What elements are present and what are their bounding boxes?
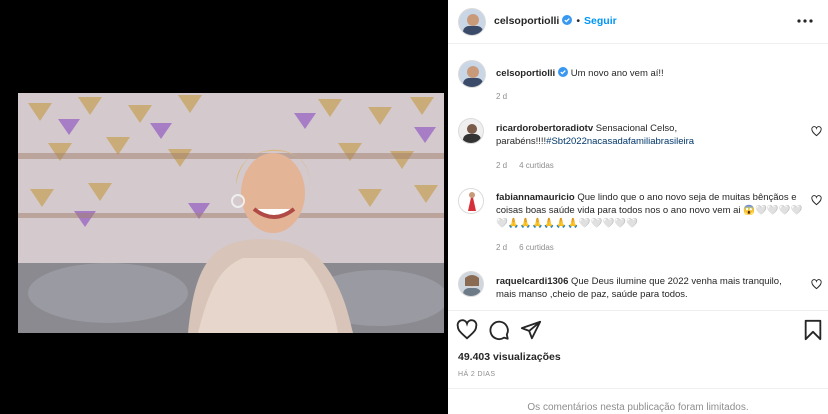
- share-icon[interactable]: [520, 319, 542, 341]
- commenter-avatar[interactable]: [458, 271, 484, 297]
- comments-limited-notice: Os comentários nesta publicação foram li…: [448, 388, 828, 414]
- post-author-line: celsoportiolli • Seguir: [494, 15, 617, 27]
- comment: fabiannamauricio Que lindo que o ano nov…: [496, 191, 804, 230]
- media-panel: [0, 0, 448, 414]
- action-bar: [448, 310, 828, 346]
- comment-username[interactable]: fabiannamauricio: [496, 192, 575, 203]
- commenter-avatar[interactable]: [458, 118, 484, 144]
- comment-time[interactable]: 2 d: [496, 243, 507, 252]
- post-header: celsoportiolli • Seguir: [448, 0, 828, 44]
- comment-icon[interactable]: [488, 319, 510, 341]
- comment-username[interactable]: ricardorobertoradiotv: [496, 123, 593, 134]
- caption-text: Um novo ano vem aí!!: [570, 68, 664, 79]
- author-avatar[interactable]: [458, 8, 486, 36]
- commenter-avatar-image: [459, 189, 483, 213]
- video-frame: [18, 93, 444, 333]
- verified-badge-icon: [562, 15, 573, 25]
- views-count[interactable]: 49.403 visualizações: [458, 351, 561, 363]
- caption-author-username[interactable]: celsoportiolli: [496, 68, 555, 79]
- follow-button[interactable]: Seguir: [584, 15, 617, 27]
- comment-username[interactable]: raquelcardi1306: [496, 276, 568, 287]
- heart-icon[interactable]: [811, 126, 822, 137]
- header-separator: •: [576, 15, 581, 27]
- heart-icon[interactable]: [811, 195, 822, 206]
- heart-icon[interactable]: [811, 279, 822, 290]
- verified-badge-icon: [558, 67, 569, 77]
- comment-time[interactable]: 2 d: [496, 161, 507, 170]
- commenter-avatar-image: [459, 119, 483, 143]
- comment-meta: 2 d 4 curtidas: [496, 161, 554, 170]
- post-details-panel: celsoportiolli • Seguir celsoportiolli Um …: [448, 0, 828, 414]
- heart-icon[interactable]: [456, 319, 478, 341]
- caption-meta: 2 d: [496, 92, 507, 101]
- commenter-avatar-image: [459, 272, 483, 296]
- comment-likes[interactable]: 4 curtidas: [519, 161, 554, 170]
- comment-likes[interactable]: 6 curtidas: [519, 243, 554, 252]
- bookmark-icon[interactable]: [802, 319, 824, 341]
- caption-author-avatar[interactable]: [458, 60, 486, 88]
- caption: celsoportiolli Um novo ano vem aí!!: [496, 67, 804, 80]
- commenter-avatar[interactable]: [458, 188, 484, 214]
- comment-hashtag[interactable]: #Sbt2022nacasadafamiliabrasileira: [546, 136, 694, 147]
- more-options-icon[interactable]: [796, 12, 814, 30]
- comment: ricardorobertoradiotv Sensacional Celso,…: [496, 122, 804, 148]
- comment-meta: 2 d 6 curtidas: [496, 243, 554, 252]
- caption-time[interactable]: 2 d: [496, 92, 507, 101]
- video-player[interactable]: [18, 93, 444, 333]
- caption-avatar-image: [459, 61, 485, 87]
- author-avatar-image: [459, 9, 485, 35]
- comment: raquelcardi1306 Que Deus ilumine que 202…: [496, 275, 804, 301]
- post-author-username[interactable]: celsoportiolli: [494, 15, 559, 27]
- post-timestamp[interactable]: HÁ 2 DIAS: [458, 371, 495, 378]
